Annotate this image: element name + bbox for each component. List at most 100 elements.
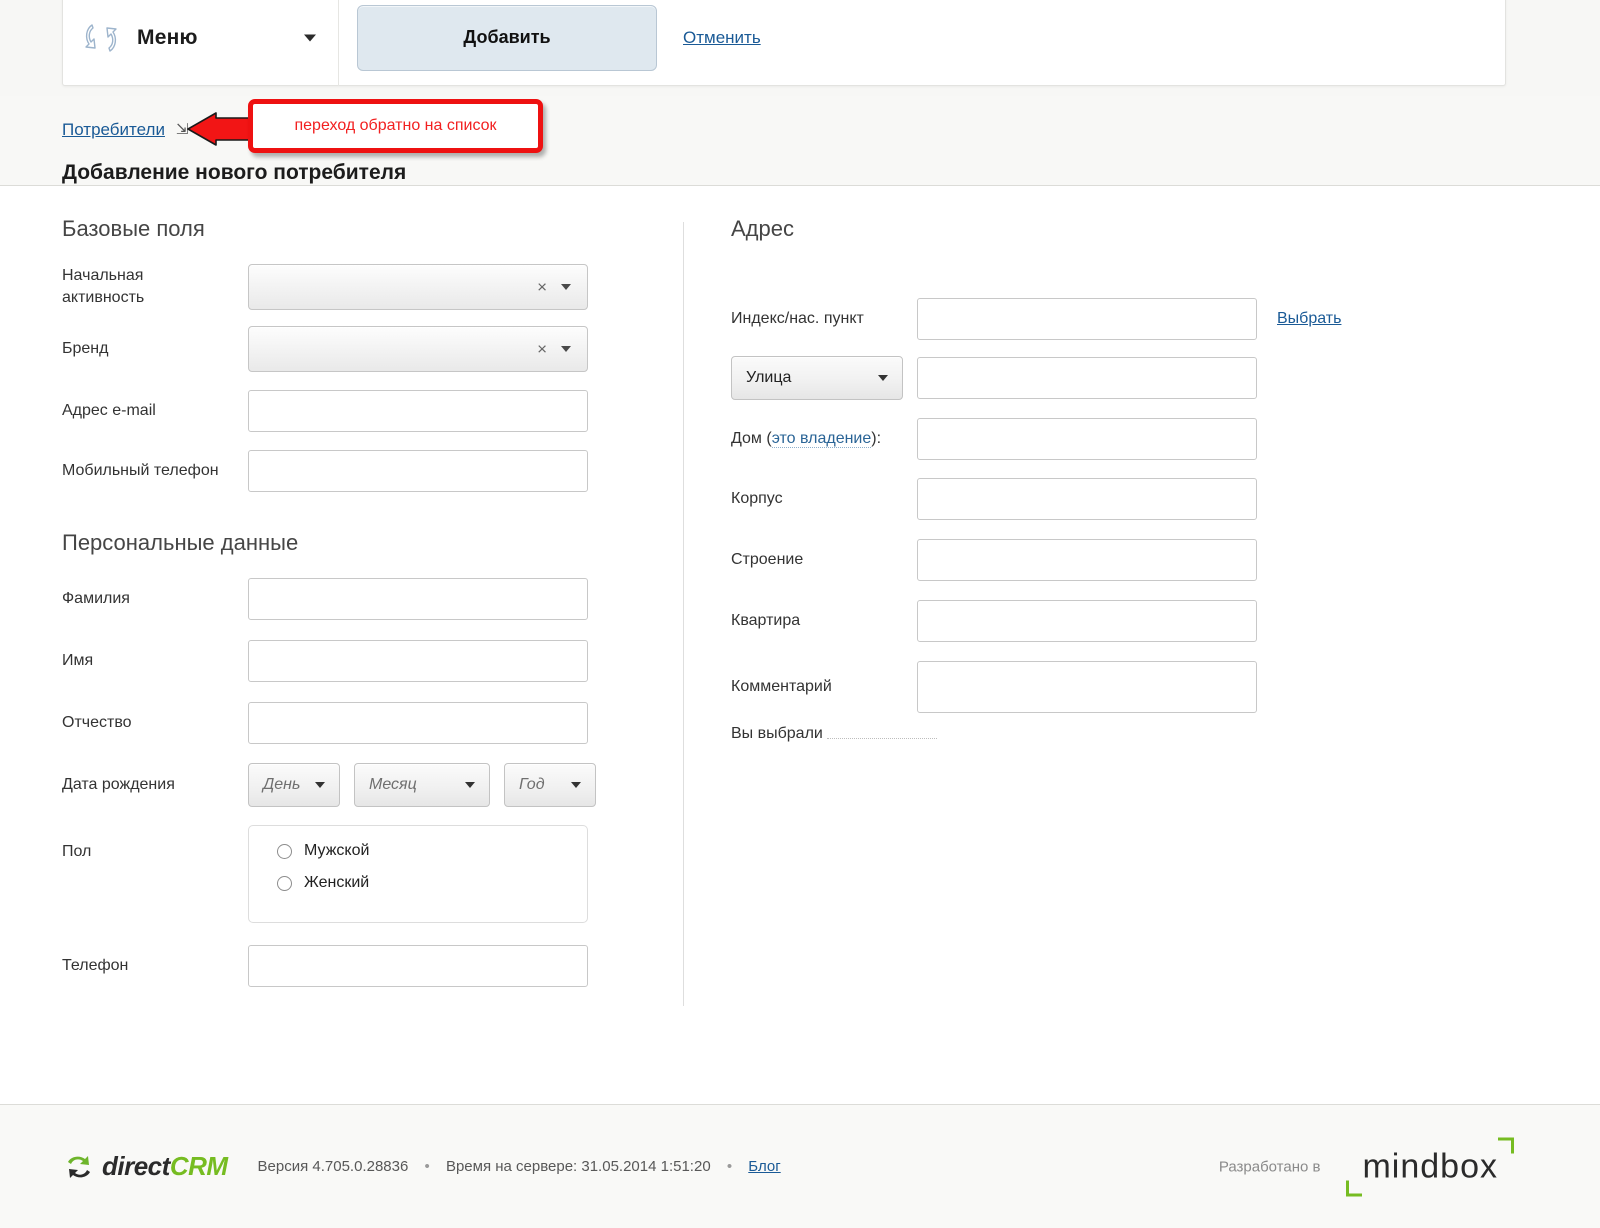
clear-icon[interactable]: × <box>537 341 547 358</box>
server-time-text: Время на сервере: 31.05.2014 1:51:20 <box>445 1158 711 1175</box>
label-middlename: Отчество <box>62 714 132 732</box>
label-brand: Бренд <box>62 340 109 358</box>
street-name-field[interactable] <box>917 357 1257 399</box>
circular-arrows-icon <box>79 16 123 60</box>
mindbox-wordmark: mindbox <box>1362 1147 1498 1185</box>
phone-field[interactable] <box>248 945 588 987</box>
circular-arrows-logo-icon <box>68 1155 90 1178</box>
label-email: Адрес e-mail <box>62 402 156 420</box>
label-apartment: Квартира <box>731 612 801 630</box>
menu-label: Меню <box>137 25 198 49</box>
label-house-prefix: Дом ( <box>731 430 772 448</box>
label-building: Корпус <box>731 490 783 508</box>
label-house: Дом (это владение): <box>731 428 917 450</box>
directcrm-logo: directCRM <box>62 1150 228 1184</box>
gender-option-male[interactable]: Мужской <box>277 842 587 860</box>
app-page: Меню Добавить Отменить Потребители ⇲ Доб… <box>0 0 1600 1228</box>
mindbox-corner-top-right-icon <box>1498 1137 1514 1153</box>
apartment-field[interactable] <box>917 600 1257 642</box>
birthdate-month-select[interactable]: Месяц <box>354 763 490 807</box>
field-row-brand: Бренд × <box>62 326 662 372</box>
house-ownership-link[interactable]: это владение <box>771 430 872 449</box>
section-title-personal: Персональные данные <box>62 530 299 555</box>
comment-field[interactable] <box>917 661 1257 713</box>
firstname-field[interactable] <box>248 640 588 682</box>
chosen-summary: Вы выбрали <box>731 725 1431 743</box>
brand-select[interactable]: × <box>248 326 588 372</box>
initial-activity-select[interactable]: × <box>248 264 588 310</box>
logo-text-direct: direct <box>102 1151 170 1181</box>
field-row-firstname: Имя <box>62 640 662 682</box>
developed-by-text: Разработано в <box>1218 1158 1321 1175</box>
left-column: Базовые поля Начальная активность × Бренд… <box>62 216 662 1001</box>
logo-text-crm: CRM <box>169 1151 228 1181</box>
right-column: Адрес Индекс/нас. пункт Выбрать Улица До… <box>731 216 1431 743</box>
main-content: Базовые поля Начальная активность × Бренд… <box>0 186 1600 1104</box>
street-type-value: Улица <box>746 369 792 386</box>
cancel-link[interactable]: Отменить <box>683 28 761 48</box>
section-title-address: Адрес <box>731 216 794 241</box>
pick-location-link[interactable]: Выбрать <box>1277 310 1341 328</box>
field-row-lastname: Фамилия <box>62 578 662 620</box>
email-field[interactable] <box>248 390 588 432</box>
chevron-down-icon <box>304 34 316 41</box>
footer-meta: Версия 4.705.0.28836 • Время на сервере:… <box>258 1158 781 1175</box>
footer-left-group: directCRM Версия 4.705.0.28836 • Время н… <box>62 1150 781 1184</box>
chevron-down-icon <box>571 782 581 788</box>
menu-dropdown-button[interactable]: Меню <box>63 0 339 86</box>
house-field[interactable] <box>917 418 1257 460</box>
building-field[interactable] <box>917 478 1257 520</box>
birthdate-group: День Месяц Год <box>248 763 596 807</box>
chevron-down-icon <box>315 782 325 788</box>
label-mobile-phone: Мобильный телефон <box>62 462 219 480</box>
gender-radio-group: Мужской Женский <box>248 825 588 923</box>
footer-right-group: Разработано в mindbox <box>1218 1137 1514 1196</box>
annotation-text: переход обратно на список <box>294 117 497 134</box>
mindbox-corner-bottom-left-icon <box>1346 1180 1363 1196</box>
field-row-phone: Телефон <box>62 945 662 987</box>
chosen-value-blank <box>826 738 937 739</box>
birthdate-day-select[interactable]: День <box>248 763 340 807</box>
street-type-select[interactable]: Улица <box>731 356 903 400</box>
label-birthdate: Дата рождения <box>62 776 175 794</box>
field-row-structure: Строение <box>731 539 1431 581</box>
gender-option-female-label: Женский <box>304 874 370 891</box>
label-initial-activity: Начальная активность <box>62 267 145 306</box>
field-row-birthdate: Дата рождения День Месяц Год <box>62 763 662 807</box>
field-row-gender: Пол Мужской Женский <box>62 825 662 923</box>
label-lastname: Фамилия <box>62 590 130 608</box>
field-row-apartment: Квартира <box>731 600 1431 642</box>
lastname-field[interactable] <box>248 578 588 620</box>
add-button[interactable]: Добавить <box>357 4 657 71</box>
structure-field[interactable] <box>917 539 1257 581</box>
birthdate-year-placeholder: Год <box>519 776 545 793</box>
label-index: Индекс/нас. пункт <box>731 310 864 328</box>
page-footer: directCRM Версия 4.705.0.28836 • Время н… <box>0 1104 1600 1228</box>
middlename-field[interactable] <box>248 702 588 744</box>
label-structure: Строение <box>731 551 804 569</box>
section-title-basic: Базовые поля <box>62 216 205 241</box>
field-row-mobile-phone: Мобильный телефон <box>62 450 662 492</box>
mobile-phone-field[interactable] <box>248 450 588 492</box>
gender-option-female[interactable]: Женский <box>277 874 587 892</box>
annotation-callout: переход обратно на список <box>248 99 543 153</box>
gender-option-male-label: Мужской <box>304 842 370 859</box>
directcrm-wordmark: directCRM <box>102 1151 228 1182</box>
label-house-suffix: ): <box>871 430 882 448</box>
blog-link[interactable]: Блог <box>748 1158 780 1175</box>
birthdate-day-placeholder: День <box>263 776 301 793</box>
field-row-middlename: Отчество <box>62 702 662 744</box>
breadcrumb-link-consumers[interactable]: Потребители <box>62 120 165 140</box>
footer-separator: • <box>424 1158 430 1175</box>
birthdate-year-select[interactable]: Год <box>504 763 596 807</box>
clear-icon[interactable]: × <box>537 279 547 296</box>
mindbox-logo: mindbox <box>1346 1137 1514 1196</box>
label-gender: Пол <box>62 843 92 860</box>
chevron-down-icon <box>561 284 571 290</box>
top-toolbar: Меню Добавить Отменить <box>62 0 1506 86</box>
index-field[interactable] <box>917 298 1257 340</box>
version-text: Версия 4.705.0.28836 <box>257 1158 409 1175</box>
radio-icon <box>277 875 292 891</box>
field-row-initial-activity: Начальная активность × <box>62 264 662 310</box>
column-divider <box>683 222 684 1006</box>
